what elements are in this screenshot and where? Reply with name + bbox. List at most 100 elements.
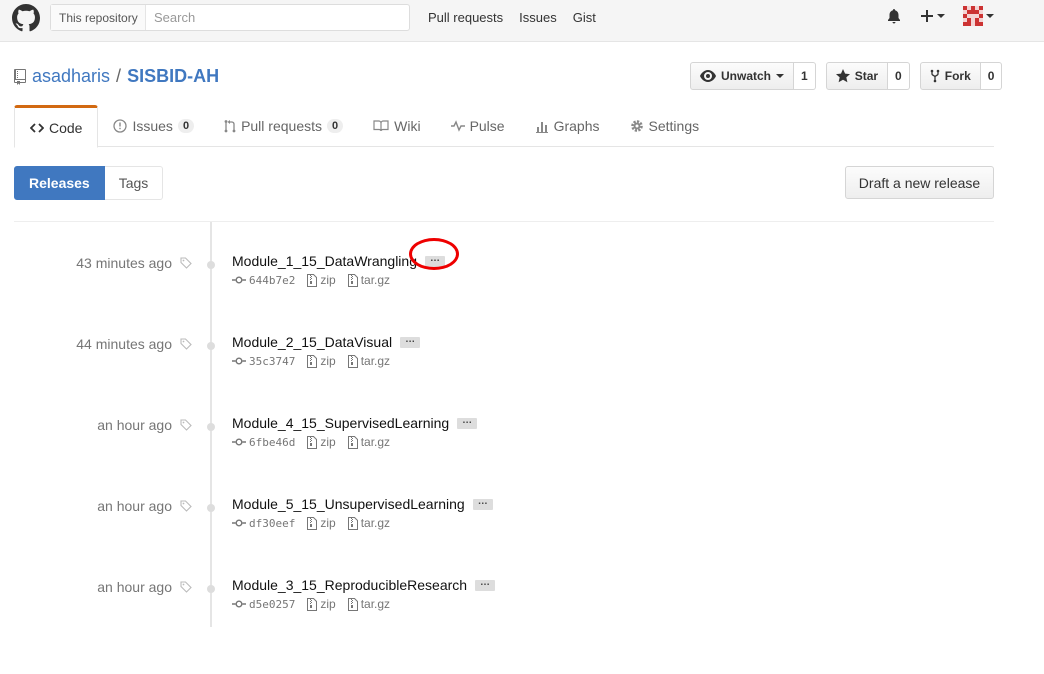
search-scope-label: This repository bbox=[51, 5, 146, 30]
release-title-link[interactable]: Module_3_15_ReproducibleResearch bbox=[232, 577, 467, 593]
ellipsis-expander[interactable]: … bbox=[457, 415, 478, 429]
commit-icon bbox=[232, 438, 246, 446]
releases-tab[interactable]: Releases bbox=[14, 166, 105, 200]
search-box: This repository bbox=[50, 4, 410, 31]
file-zip-icon bbox=[307, 435, 318, 449]
release-meta: 644b7e2 zip tar.gz bbox=[232, 273, 390, 287]
tag-icon bbox=[180, 419, 192, 431]
timeline-dot bbox=[207, 342, 215, 350]
zip-download-link[interactable]: zip bbox=[307, 354, 336, 368]
tab-settings[interactable]: Settings bbox=[615, 105, 715, 147]
repo-owner-link[interactable]: asadharis bbox=[32, 66, 110, 87]
book-icon bbox=[373, 120, 389, 132]
file-zip-icon bbox=[347, 354, 358, 368]
pulse-icon bbox=[450, 120, 465, 132]
chevron-down-icon bbox=[986, 14, 994, 18]
commit-link[interactable]: 644b7e2 bbox=[232, 274, 295, 287]
header-nav-gist[interactable]: Gist bbox=[573, 10, 596, 25]
git-pull-request-icon bbox=[224, 120, 236, 133]
github-logo-icon[interactable] bbox=[12, 4, 40, 32]
zip-label: zip bbox=[320, 597, 336, 611]
targz-download-link[interactable]: tar.gz bbox=[347, 354, 391, 368]
targz-download-link[interactable]: tar.gz bbox=[347, 435, 391, 449]
tab-code[interactable]: Code bbox=[14, 105, 99, 148]
star-label: Star bbox=[854, 69, 879, 83]
zip-download-link[interactable]: zip bbox=[307, 597, 336, 611]
repo-title: asadharis / SISBID-AH bbox=[14, 66, 219, 87]
targz-download-link[interactable]: tar.gz bbox=[347, 273, 390, 287]
ellipsis-expander[interactable]: … bbox=[475, 577, 496, 591]
zip-label: zip bbox=[320, 273, 336, 287]
tab-wiki[interactable]: Wiki bbox=[358, 105, 435, 147]
zip-download-link[interactable]: zip bbox=[307, 516, 336, 530]
tab-issues[interactable]: Issues 0 bbox=[98, 105, 209, 147]
release-date: an hour ago bbox=[97, 498, 172, 514]
tab-pulse[interactable]: Pulse bbox=[436, 105, 520, 147]
tab-wiki-label: Wiki bbox=[394, 118, 421, 134]
fork-button[interactable]: Fork bbox=[919, 62, 981, 90]
issue-opened-icon bbox=[113, 119, 128, 133]
commit-icon bbox=[232, 600, 246, 608]
commit-link[interactable]: d5e0257 bbox=[232, 598, 295, 611]
code-icon bbox=[30, 122, 44, 133]
commit-sha: 6fbe46d bbox=[249, 435, 296, 449]
tag-icon bbox=[180, 338, 192, 350]
commit-link[interactable]: df30eef bbox=[232, 517, 295, 530]
commit-icon bbox=[232, 357, 246, 365]
timeline-dot bbox=[207, 261, 215, 269]
tab-pulse-label: Pulse bbox=[469, 118, 505, 134]
repo-actions: Unwatch 1 Star 0 Fork 0 bbox=[690, 62, 1003, 90]
notifications-button[interactable] bbox=[886, 8, 902, 24]
tags-tab[interactable]: Tags bbox=[104, 166, 164, 200]
release-meta: d5e0257 zip tar.gz bbox=[232, 597, 390, 611]
targz-label: tar.gz bbox=[360, 516, 391, 530]
release-item: an hour ago Module_4_15_SupervisedLearni… bbox=[0, 415, 1044, 477]
zip-download-link[interactable]: zip bbox=[307, 435, 336, 449]
targz-download-link[interactable]: tar.gz bbox=[347, 597, 390, 611]
chevron-down-icon bbox=[937, 14, 945, 18]
release-title-link[interactable]: Module_4_15_SupervisedLearning bbox=[232, 415, 449, 431]
commit-icon bbox=[232, 276, 246, 284]
ellipsis-expander[interactable]: … bbox=[472, 496, 493, 510]
ellipsis-expander[interactable]: … bbox=[400, 334, 421, 348]
tab-code-label: Code bbox=[49, 119, 83, 136]
star-button[interactable]: Star bbox=[825, 62, 889, 90]
release-title-link[interactable]: Module_5_15_UnsupervisedLearning bbox=[232, 496, 465, 512]
user-menu-button[interactable] bbox=[963, 6, 994, 26]
tab-settings-label: Settings bbox=[648, 118, 700, 134]
tab-graphs[interactable]: Graphs bbox=[520, 105, 615, 147]
release-title-link[interactable]: Module_2_15_DataVisual bbox=[232, 334, 392, 350]
tab-pull-requests[interactable]: Pull requests 0 bbox=[209, 105, 358, 147]
repo-name-link[interactable]: SISBID-AH bbox=[127, 66, 219, 87]
repo-tabs: Code Issues 0 Pull requests 0 Wiki Pulse… bbox=[14, 105, 994, 148]
unwatch-button[interactable]: Unwatch bbox=[690, 62, 795, 90]
header-nav-pull-requests[interactable]: Pull requests bbox=[428, 10, 503, 25]
zip-download-link[interactable]: zip bbox=[307, 273, 336, 287]
commit-link[interactable]: 6fbe46d bbox=[232, 436, 295, 449]
fork-group: Fork 0 bbox=[919, 62, 1003, 90]
release-date: an hour ago bbox=[97, 579, 172, 595]
commit-link[interactable]: 35c3747 bbox=[232, 355, 295, 368]
forks-count[interactable]: 0 bbox=[980, 62, 1003, 90]
targz-download-link[interactable]: tar.gz bbox=[347, 516, 391, 530]
release-date: 43 minutes ago bbox=[76, 255, 172, 271]
draft-new-release-button[interactable]: Draft a new release bbox=[845, 166, 994, 199]
issues-counter: 0 bbox=[177, 119, 195, 133]
header-nav-issues[interactable]: Issues bbox=[519, 10, 557, 25]
tab-pull-requests-label: Pull requests bbox=[241, 118, 322, 134]
search-input[interactable] bbox=[146, 5, 409, 30]
header-nav: Pull requests Issues Gist bbox=[428, 10, 596, 25]
targz-label: tar.gz bbox=[360, 435, 391, 449]
watch-group: Unwatch 1 bbox=[690, 62, 816, 90]
release-item: 44 minutes ago Module_2_15_DataVisual … … bbox=[0, 334, 1044, 396]
watchers-count[interactable]: 1 bbox=[794, 62, 816, 90]
release-item: an hour ago Module_3_15_ReproducibleRese… bbox=[0, 577, 1044, 639]
file-zip-icon bbox=[307, 597, 318, 611]
unwatch-label: Unwatch bbox=[721, 69, 772, 83]
targz-label: tar.gz bbox=[360, 354, 391, 368]
release-title-link[interactable]: Module_1_15_DataWrangling bbox=[232, 253, 417, 269]
stars-count[interactable]: 0 bbox=[888, 62, 910, 90]
create-new-button[interactable] bbox=[920, 9, 945, 23]
release-item: 43 minutes ago Module_1_15_DataWrangling… bbox=[0, 253, 1044, 315]
bell-icon bbox=[888, 9, 900, 24]
